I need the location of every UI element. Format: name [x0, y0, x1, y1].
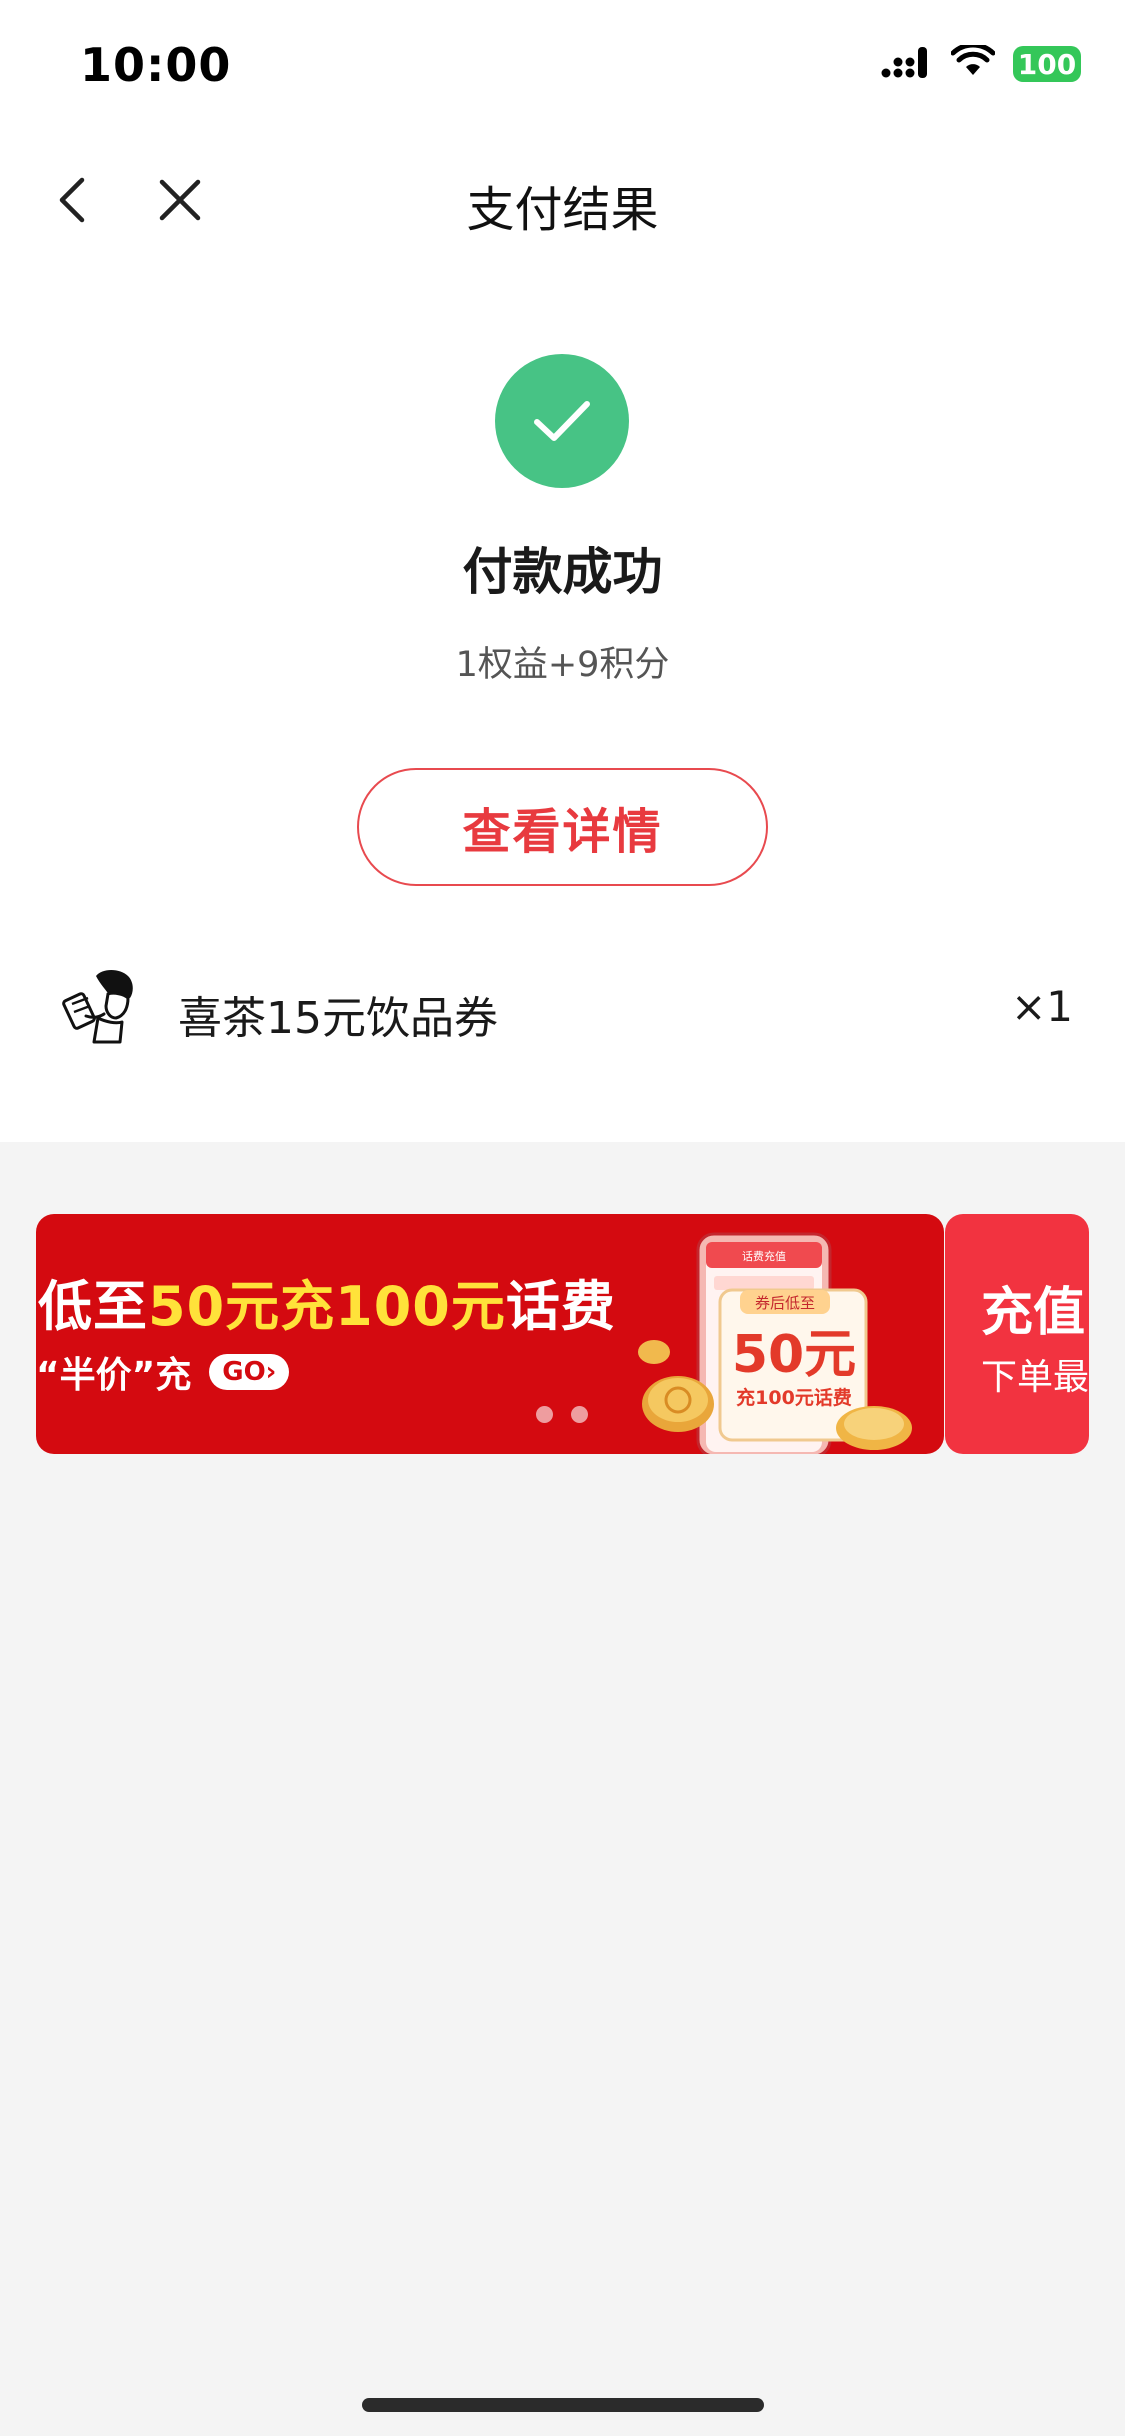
- result-panel: 10:00 100 支付结果 付款成功 1权益+9积分 查看详情 喜茶15元饮品…: [0, 0, 1125, 1142]
- carousel-dot: [536, 1406, 553, 1423]
- go-button[interactable]: GO›: [209, 1354, 290, 1390]
- banner-subline-text: “半价”充: [36, 1355, 192, 1396]
- banner-headline: 低至50元充100元话费: [38, 1262, 616, 1341]
- banner-headline-prefix: 低至: [38, 1275, 148, 1338]
- reward-name: 喜茶15元饮品券: [178, 993, 498, 1044]
- success-title: 付款成功: [462, 543, 663, 601]
- reward-item: 喜茶15元饮品券 ×1: [0, 960, 1125, 1060]
- status-bar: 10:00 100: [0, 0, 1125, 135]
- promo-banner-next[interactable]: 充值 下单最: [945, 1214, 1089, 1454]
- illustration-card-header: 话费充值: [742, 1249, 786, 1263]
- banner-headline-highlight: 50元充100元: [148, 1275, 506, 1338]
- banner-next-subtitle: 下单最: [981, 1357, 1089, 1398]
- phone-coupon-illustration: 话费充值 券后低至 50元 充100元话费: [638, 1232, 912, 1454]
- carousel-dot: [571, 1406, 588, 1423]
- view-details-button[interactable]: 查看详情: [357, 768, 768, 886]
- wifi-icon: [950, 42, 996, 83]
- signal-icon: [881, 44, 933, 84]
- home-indicator[interactable]: [362, 2398, 764, 2412]
- banner-headline-suffix: 话费: [505, 1275, 616, 1338]
- status-icons: 100: [881, 42, 1081, 84]
- reward-count: ×1: [1011, 982, 1073, 1031]
- page-title: 支付结果: [466, 182, 659, 238]
- status-time: 10:00: [80, 38, 232, 92]
- battery-level: 100: [1013, 46, 1081, 82]
- promo-banner[interactable]: 低至50元充100元话费 “半价”充 GO› 话费充值 券后低至 50元 充10…: [36, 1214, 944, 1454]
- illustration-card-desc: 充100元话费: [736, 1386, 852, 1409]
- carousel-indicator: [536, 1406, 588, 1423]
- illustration-card-price: 50元: [732, 1325, 856, 1385]
- banner-next-title: 充值: [981, 1283, 1086, 1343]
- illustration-card-tag: 券后低至: [755, 1294, 815, 1312]
- battery-icon: 100: [1013, 46, 1081, 82]
- success-check-icon: [495, 354, 629, 488]
- check-icon: [534, 401, 590, 441]
- drink-person-icon: [58, 966, 138, 1046]
- nav-bar: 支付结果: [0, 150, 1125, 250]
- success-subtitle: 1权益+9积分: [455, 645, 670, 685]
- banner-subline: “半价”充 GO›: [36, 1346, 290, 1398]
